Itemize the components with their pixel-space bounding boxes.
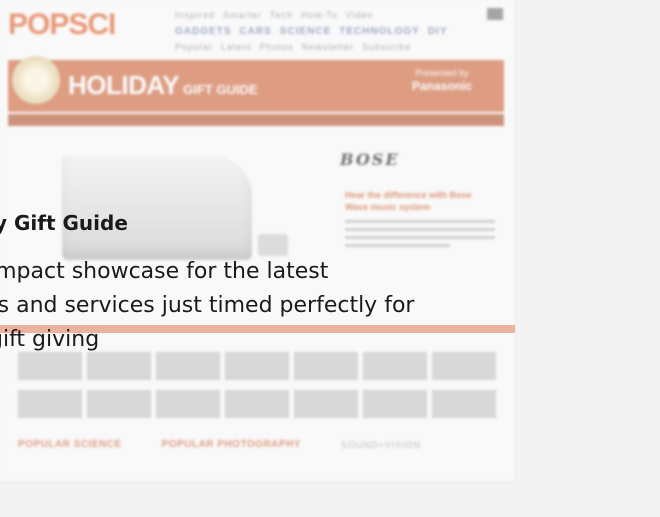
gift-thumbnail — [432, 352, 496, 380]
nav-top-link: Video — [345, 10, 374, 20]
partner-logos: POPULAR SCIENCE POPULAR PHOTOGRAPHY SOUN… — [18, 440, 421, 450]
promo-body-lines — [345, 220, 495, 252]
nav-bottom-link: Photos — [259, 42, 294, 52]
nav-main-link: SCIENCE — [279, 26, 332, 37]
banner-sub-bar — [8, 114, 504, 126]
wreath-icon — [12, 56, 60, 104]
thumb-cell — [87, 390, 151, 418]
gift-thumbnail — [294, 352, 358, 380]
caption-line: impact showcase for the latest — [0, 259, 329, 284]
site-logo: POPSCI — [8, 8, 116, 41]
nav-bottom: Popular Latest Photos Newsletter Subscri… — [175, 42, 411, 52]
gift-thumbnail — [87, 390, 151, 418]
thumb-cell — [294, 390, 358, 418]
gift-thumbnail — [18, 390, 82, 418]
banner-title: HOLIDAY GIFT GUIDE — [68, 70, 258, 101]
gift-thumbnail — [363, 352, 427, 380]
thumb-cell — [432, 352, 496, 380]
partner-logo: POPULAR PHOTOGRAPHY — [161, 439, 301, 450]
gift-thumbnail — [225, 352, 289, 380]
thumb-cell — [18, 352, 82, 380]
text-line — [345, 236, 495, 239]
nav-top-link: Smarter — [223, 10, 263, 20]
nav-top-link: How-To — [301, 10, 338, 20]
slide-stage: POPSCI Inspired Smarter Tech How-To Vide… — [0, 0, 660, 517]
thumb-cell — [18, 390, 82, 418]
thumb-row-1 — [18, 352, 498, 380]
nav-top: Inspired Smarter Tech How-To Video — [175, 10, 373, 20]
nav-main-link: GADGETS — [175, 26, 232, 37]
caption-line: gift giving — [0, 327, 100, 352]
nav-main-link: DIY — [427, 26, 448, 37]
banner-title-main: HOLIDAY — [68, 70, 180, 100]
sponsor-block: Presented by Panasonic — [392, 68, 492, 100]
nav-bottom-link: Subscribe — [362, 42, 412, 52]
partner-logo: SOUND+VISION — [340, 439, 422, 450]
thumb-cell — [363, 352, 427, 380]
account-icon — [487, 8, 503, 20]
text-line — [345, 228, 495, 231]
nav-bottom-link: Latest — [221, 42, 252, 52]
nav-top-link: Tech — [270, 10, 294, 20]
caption-title: y Gift Guide — [0, 211, 128, 235]
nav-main: GADGETS CARS SCIENCE TECHNOLOGY DIY — [175, 26, 447, 37]
promo-headline: Hear the difference with Bose Wave music… — [345, 190, 472, 212]
gift-thumbnail — [225, 390, 289, 418]
nav-bottom-link: Newsletter — [301, 42, 355, 52]
screenshot-frame: POPSCI Inspired Smarter Tech How-To Vide… — [0, 0, 516, 483]
thumb-row-2 — [18, 390, 498, 418]
thumb-cell — [225, 390, 289, 418]
thumb-cell — [225, 352, 289, 380]
text-line — [345, 220, 495, 223]
nav-main-link: TECHNOLOGY — [339, 26, 420, 37]
thumb-cell — [87, 352, 151, 380]
thumb-cell — [363, 390, 427, 418]
sponsor-name: Panasonic — [411, 78, 473, 93]
nav-bottom-link: Popular — [175, 42, 214, 52]
gift-thumbnail — [432, 390, 496, 418]
thumb-cell — [294, 352, 358, 380]
nav-top-link: Inspired — [175, 10, 216, 20]
banner-subtitle: GIFT GUIDE — [183, 82, 258, 97]
gift-thumbnail — [18, 352, 82, 380]
gift-thumbnail — [156, 390, 220, 418]
gift-thumbnail — [87, 352, 151, 380]
caption-line: ts and services just timed perfectly for — [0, 293, 415, 318]
text-line — [345, 244, 450, 247]
partner-logo: POPULAR SCIENCE — [18, 439, 122, 450]
thumb-cell — [156, 352, 220, 380]
bose-logo: BOSE — [340, 150, 400, 169]
nav-main-link: CARS — [239, 26, 272, 37]
thumb-cell — [432, 390, 496, 418]
gift-thumbnail — [156, 352, 220, 380]
gift-thumbnail — [294, 390, 358, 418]
thumb-cell — [156, 390, 220, 418]
gift-thumbnail — [363, 390, 427, 418]
speaker-remote-icon — [258, 234, 288, 256]
gift-thumbnail-grid — [18, 352, 498, 428]
sponsor-presented: Presented by — [415, 68, 469, 78]
